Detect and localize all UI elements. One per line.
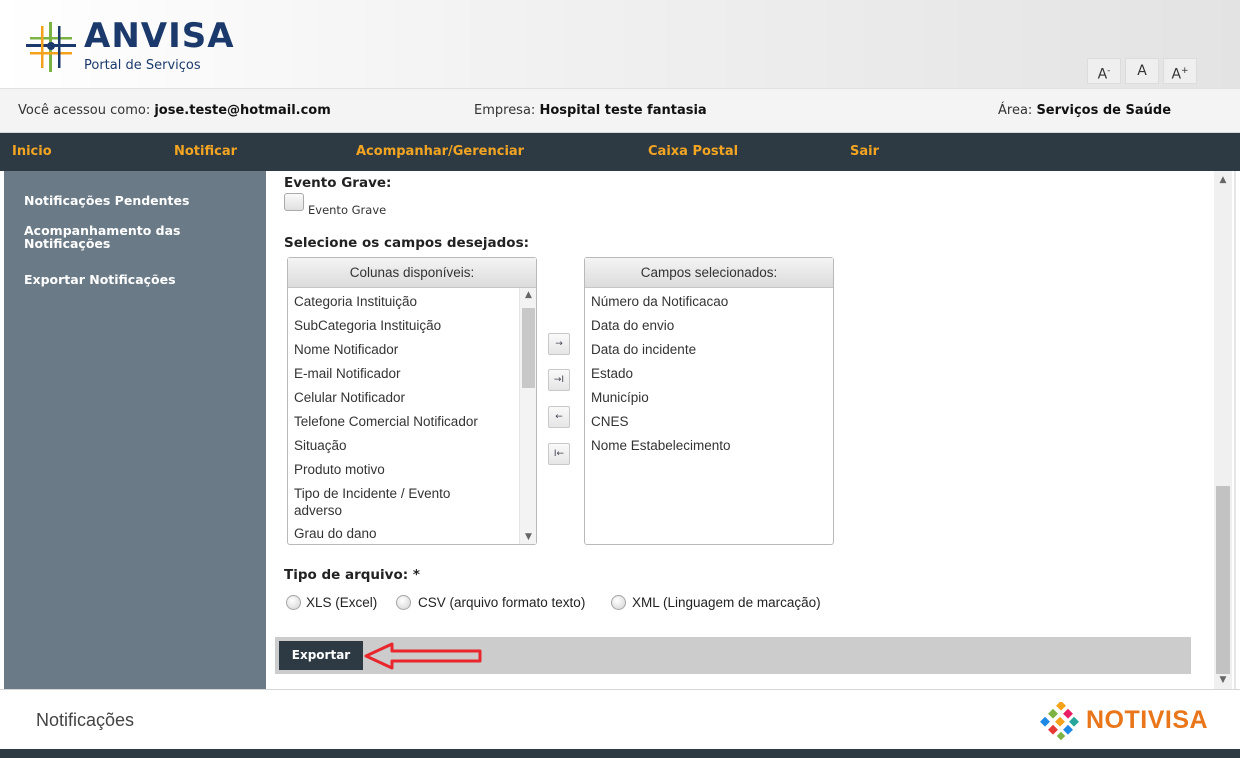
selected-fields-header: Campos selecionados: bbox=[585, 258, 833, 288]
fields-heading: Selecione os campos desejados: bbox=[284, 235, 530, 251]
sidebar-item-notificacoes-pendentes[interactable]: Notificações Pendentes bbox=[24, 194, 224, 207]
footer-title: Notificações bbox=[36, 710, 135, 730]
user-label: Você acessou como: bbox=[18, 103, 151, 118]
company-label: Empresa: bbox=[474, 103, 536, 118]
list-item[interactable]: Categoria Instituição bbox=[288, 290, 536, 314]
list-item[interactable]: Celular Notificador bbox=[288, 386, 536, 410]
logo-subtitle: Portal de Serviços bbox=[84, 58, 201, 73]
list-item[interactable]: Data do incidente bbox=[585, 338, 833, 362]
page-scroll-thumb[interactable] bbox=[1216, 486, 1230, 674]
move-all-right-button[interactable]: →I bbox=[548, 369, 570, 391]
increase-font-label: A bbox=[1171, 66, 1182, 83]
area-label: Área: bbox=[998, 103, 1033, 118]
list-item[interactable]: Telefone Comercial Notificador bbox=[288, 410, 536, 434]
list-item[interactable]: Data do envio bbox=[585, 314, 833, 338]
scroll-thumb[interactable] bbox=[522, 308, 535, 388]
evento-grave-heading: Evento Grave: bbox=[284, 175, 392, 191]
decrease-font-button[interactable]: A- bbox=[1087, 58, 1121, 84]
scroll-down-icon[interactable]: ▼ bbox=[520, 530, 536, 544]
increase-font-sup: + bbox=[1181, 66, 1189, 76]
list-item[interactable]: Nome Notificador bbox=[288, 338, 536, 362]
sidebar: Notificações Pendentes Acompanhamento da… bbox=[4, 171, 266, 689]
available-columns-scrollbar[interactable]: ▲ ▼ bbox=[519, 288, 536, 544]
list-item[interactable]: Estado bbox=[585, 362, 833, 386]
logo-title: ANVISA bbox=[84, 16, 235, 56]
file-type-heading: Tipo de arquivo: * bbox=[284, 567, 420, 583]
nav-acompanhar-gerenciar[interactable]: Acompanhar/Gerenciar bbox=[356, 133, 524, 171]
company-info: Empresa: Hospital teste fantasia bbox=[474, 103, 707, 118]
move-left-button[interactable]: ← bbox=[548, 406, 570, 428]
anvisa-logo[interactable]: ANVISA Portal de Serviços bbox=[26, 14, 326, 80]
normal-font-button[interactable]: A bbox=[1125, 58, 1159, 84]
area-name: Serviços de Saúde bbox=[1036, 103, 1172, 118]
notivisa-mosaic-icon bbox=[1040, 700, 1079, 741]
selected-fields-list[interactable]: Campos selecionados: Número da Notificac… bbox=[584, 257, 834, 545]
decrease-font-sup: - bbox=[1107, 66, 1111, 76]
list-item[interactable]: Nome Estabelecimento bbox=[585, 434, 833, 458]
sidebar-item-exportar[interactable]: Exportar Notificações bbox=[24, 273, 224, 286]
anvisa-cross-icon bbox=[26, 22, 76, 72]
available-columns-header: Colunas disponíveis: bbox=[288, 258, 536, 288]
nav-inicio[interactable]: Inicio bbox=[12, 133, 52, 171]
available-columns-body: Categoria Instituição SubCategoria Insti… bbox=[288, 288, 536, 544]
page-scroll-down-icon[interactable]: ▼ bbox=[1214, 673, 1232, 687]
list-item[interactable]: Produto motivo bbox=[288, 458, 536, 482]
evento-grave-checkbox[interactable] bbox=[284, 193, 304, 211]
sidebar-item-acompanhamento[interactable]: Acompanhamento das Notificações bbox=[24, 224, 204, 250]
notivisa-brand: NOTIVISA bbox=[1086, 706, 1209, 734]
annotation-arrow-icon bbox=[364, 642, 482, 670]
main-nav: Inicio Notificar Acompanhar/Gerenciar Ca… bbox=[0, 133, 1240, 171]
font-size-tools: A- A A+ bbox=[1087, 58, 1197, 84]
list-item[interactable]: Município bbox=[585, 386, 833, 410]
available-columns-list[interactable]: Colunas disponíveis: Categoria Instituiç… bbox=[287, 257, 537, 545]
area-info: Área: Serviços de Saúde bbox=[998, 103, 1171, 118]
list-item[interactable]: E-mail Notificador bbox=[288, 362, 536, 386]
normal-font-label: A bbox=[1137, 63, 1147, 79]
list-item[interactable]: SubCategoria Instituição bbox=[288, 314, 536, 338]
footer-bottom-bar bbox=[0, 749, 1240, 758]
nav-notificar[interactable]: Notificar bbox=[174, 133, 237, 171]
list-item[interactable]: Situação bbox=[288, 434, 536, 458]
site-header: ANVISA Portal de Serviços A- A A+ bbox=[0, 0, 1240, 88]
export-button[interactable]: Exportar bbox=[279, 641, 363, 670]
radio-xml-label: XML (Linguagem de marcação) bbox=[632, 595, 821, 610]
list-item[interactable]: Tipo de Incidente / Evento adverso bbox=[288, 482, 488, 522]
company-name: Hospital teste fantasia bbox=[539, 103, 707, 118]
radio-csv[interactable] bbox=[396, 595, 411, 610]
user-info: Você acessou como: jose.teste@hotmail.co… bbox=[18, 103, 331, 118]
user-info-bar: Você acessou como: jose.teste@hotmail.co… bbox=[0, 88, 1240, 133]
list-item[interactable]: Número da Notificacao bbox=[585, 290, 833, 314]
move-right-button[interactable]: → bbox=[548, 333, 570, 355]
evento-grave-checkbox-label: Evento Grave bbox=[308, 203, 387, 217]
radio-xls[interactable] bbox=[286, 595, 301, 610]
site-footer: Notificações NOTIVISA bbox=[0, 689, 1240, 758]
radio-xml[interactable] bbox=[611, 595, 626, 610]
decrease-font-label: A bbox=[1097, 66, 1108, 83]
move-all-left-button[interactable]: I← bbox=[548, 443, 570, 465]
increase-font-button[interactable]: A+ bbox=[1163, 58, 1197, 84]
export-form: Evento Grave: Evento Grave Selecione os … bbox=[266, 171, 1214, 689]
radio-csv-label: CSV (arquivo formato texto) bbox=[418, 595, 586, 610]
nav-caixa-postal[interactable]: Caixa Postal bbox=[648, 133, 738, 171]
page-scroll-up-icon[interactable]: ▲ bbox=[1214, 173, 1232, 187]
notivisa-logo[interactable]: NOTIVISA bbox=[1038, 700, 1208, 742]
page-scrollbar[interactable]: ▲ ▼ bbox=[1214, 171, 1232, 689]
list-item[interactable]: Grau do dano bbox=[288, 522, 536, 544]
nav-sair[interactable]: Sair bbox=[850, 133, 879, 171]
radio-xls-label: XLS (Excel) bbox=[306, 595, 378, 610]
list-item[interactable]: CNES bbox=[585, 410, 833, 434]
selected-fields-body: Número da Notificacao Data do envio Data… bbox=[585, 288, 833, 544]
scroll-up-icon[interactable]: ▲ bbox=[520, 288, 536, 302]
export-bar: Exportar bbox=[275, 637, 1191, 674]
user-email: jose.teste@hotmail.com bbox=[154, 103, 331, 118]
